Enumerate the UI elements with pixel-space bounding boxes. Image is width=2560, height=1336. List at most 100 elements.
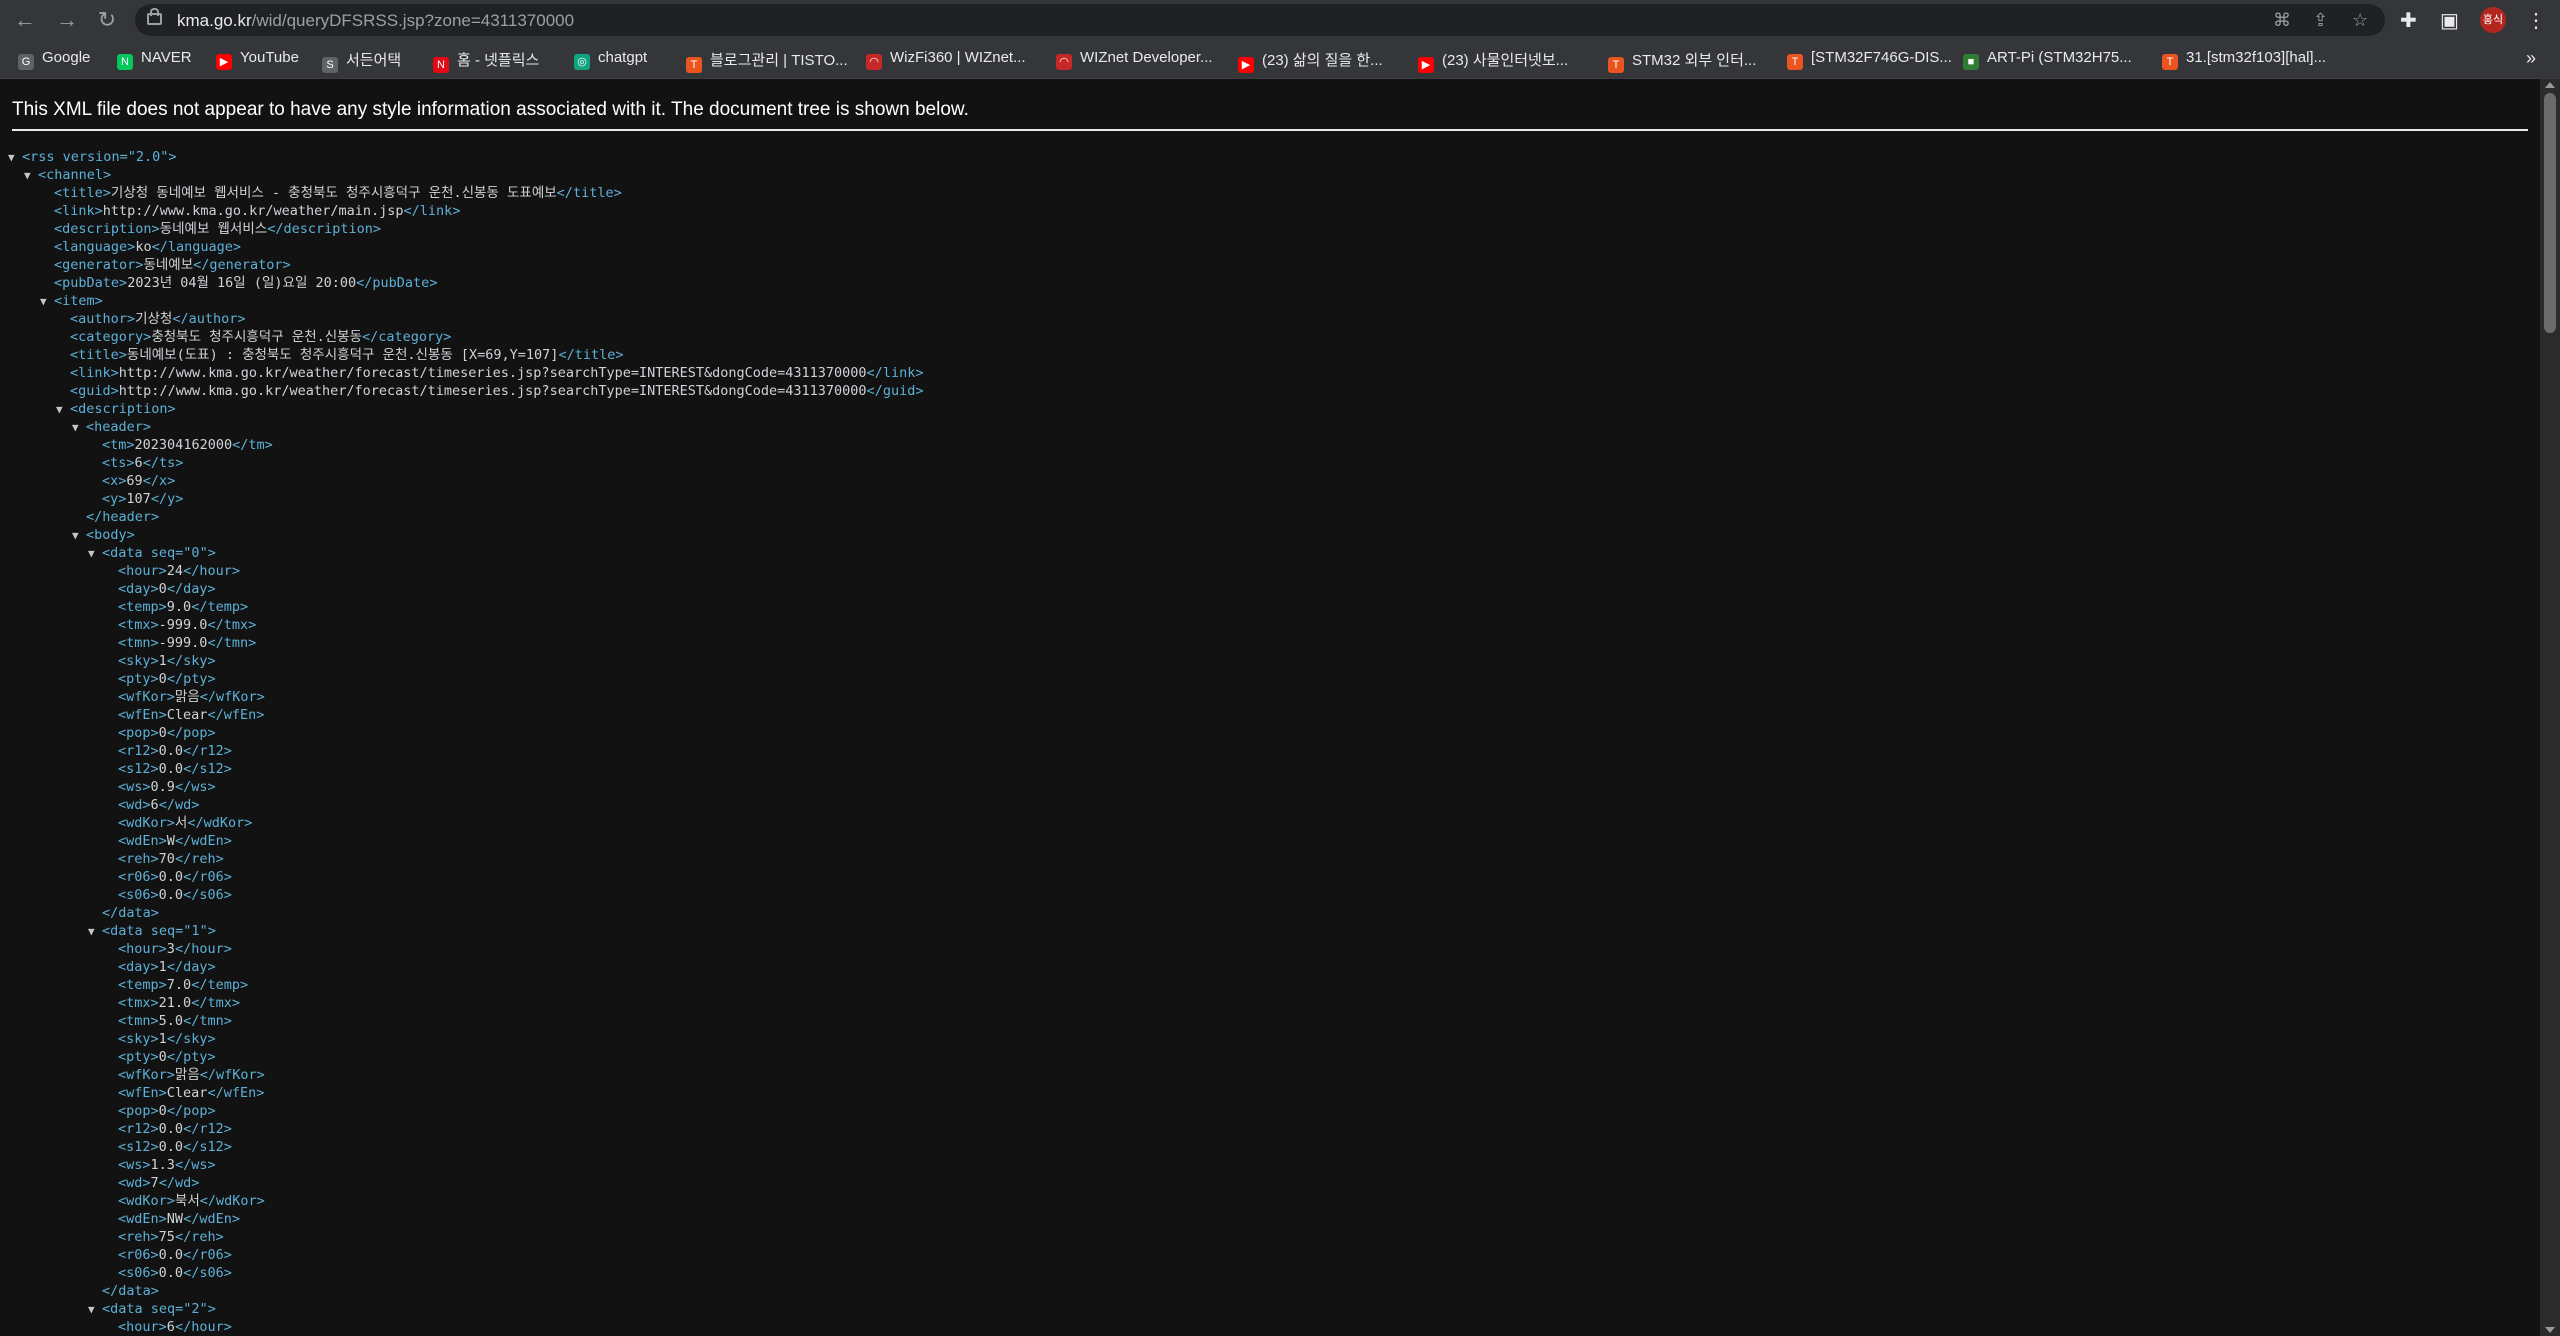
xml-text-value: 기상청 xyxy=(135,311,173,327)
bookmark-item[interactable]: ■ ART-Pi (STM32H75... xyxy=(1963,49,2132,70)
bookmark-item[interactable]: T [STM32F746G-DIS... xyxy=(1787,49,1952,70)
bookmark-item[interactable]: T 블로그관리 | TISTO... xyxy=(686,49,848,73)
bookmark-favicon-icon: S xyxy=(322,57,338,73)
xml-tag-name: category xyxy=(78,329,144,345)
vertical-scrollbar[interactable] xyxy=(2540,79,2560,1336)
bookmark-label: 서든어택 xyxy=(346,52,402,69)
xml-tag-name: s12 xyxy=(126,761,151,777)
bookmark-item[interactable]: S 서든어택 xyxy=(322,49,402,73)
bookmark-item[interactable]: ▶ (23) 사물인터넷보... xyxy=(1418,49,1568,73)
xml-text-value: 5.0 xyxy=(158,1013,184,1029)
xml-closing-tag-name: ws xyxy=(191,779,208,795)
bookmarks-overflow-icon[interactable]: » xyxy=(2526,48,2536,69)
menu-kebab-icon[interactable]: ⋮ xyxy=(2526,8,2546,33)
collapse-triangle-icon[interactable]: ▼ xyxy=(24,167,38,185)
bookmark-label: Google xyxy=(42,49,91,66)
xml-text-value: 맑음 xyxy=(174,1067,200,1083)
xml-line: <ws>0.9</ws> xyxy=(118,779,216,795)
bookmark-star-icon[interactable]: ☆ xyxy=(2352,10,2368,31)
xml-line: <tmn>5.0</tmn> xyxy=(118,1013,232,1029)
xml-line: <y>107</y> xyxy=(102,491,184,507)
url-text[interactable]: kma.go.kr/wid/queryDFSRSS.jsp?zone=43113… xyxy=(177,11,574,31)
xml-tag-name: description xyxy=(78,401,168,417)
xml-tag-name: language xyxy=(62,239,128,255)
bookmark-item[interactable]: T 31.[stm32f103][hal]... xyxy=(2162,49,2327,70)
xml-tag-name: author xyxy=(78,311,127,327)
collapse-triangle-icon[interactable]: ▼ xyxy=(72,527,86,545)
xml-line: <tmx>21.0</tmx> xyxy=(118,995,240,1011)
xml-closing-tag-name: x xyxy=(158,473,168,489)
forward-arrow-icon[interactable]: → xyxy=(52,5,82,35)
bookmark-label: NAVER xyxy=(141,49,192,66)
collapse-triangle-icon[interactable]: ▼ xyxy=(88,545,102,563)
translate-icon[interactable]: ⌘ xyxy=(2273,10,2291,31)
side-panel-icon[interactable]: ▣ xyxy=(2440,8,2459,33)
xml-line: <wfKor>맑음</wfKor> xyxy=(118,1067,265,1083)
bookmark-label: [STM32F746G-DIS... xyxy=(1811,49,1952,66)
collapse-triangle-icon[interactable]: ▼ xyxy=(88,1301,102,1319)
xml-line: <reh>75</reh> xyxy=(118,1229,224,1245)
xml-tag-name: rss xyxy=(30,149,55,165)
xml-line: <s06>0.0</s06> xyxy=(118,1265,232,1281)
xml-closing-tag-name: s12 xyxy=(199,761,224,777)
xml-line: ▼ <data seq="1"> xyxy=(88,923,216,941)
xml-tag-name: sky xyxy=(126,653,151,669)
bookmark-item[interactable]: ▶ (23) 삶의 질을 한... xyxy=(1238,49,1383,73)
xml-tag-name: data xyxy=(110,545,143,561)
xml-line: <wd>6</wd> xyxy=(118,797,200,813)
xml-tag-name: data xyxy=(110,1301,143,1317)
xml-text-value: Clear xyxy=(166,707,208,723)
xml-text-value: -999.0 xyxy=(158,617,208,633)
bookmark-item[interactable]: ◎ chatgpt xyxy=(574,49,647,70)
xml-tag-name: body xyxy=(94,527,127,543)
address-bar[interactable]: kma.go.kr/wid/queryDFSRSS.jsp?zone=43113… xyxy=(135,4,2385,36)
xml-line: <wdEn>W</wdEn> xyxy=(118,833,232,849)
xml-line: ▼ <rss version="2.0"> xyxy=(8,149,177,167)
profile-avatar[interactable]: 홍식 xyxy=(2480,7,2506,33)
xml-tag-name: channel xyxy=(46,167,104,183)
scroll-down-arrow-icon[interactable] xyxy=(2545,1327,2555,1333)
bookmark-favicon-icon: ▶ xyxy=(1418,57,1434,73)
xml-tag-name: data xyxy=(118,905,151,921)
bookmark-item[interactable]: ▶ YouTube xyxy=(216,49,299,70)
bookmark-item[interactable]: T STM32 외부 인터... xyxy=(1608,49,1756,73)
xml-tag-name: pop xyxy=(126,1103,151,1119)
xml-line: <s12>0.0</s12> xyxy=(118,1139,232,1155)
xml-text-value: 0.0 xyxy=(158,869,184,885)
bookmark-favicon-icon: ▶ xyxy=(1238,57,1254,73)
collapse-triangle-icon[interactable]: ▼ xyxy=(8,149,22,167)
xml-closing-tag-name: wd xyxy=(174,1175,192,1191)
xml-tag-name: wfKor xyxy=(126,689,167,705)
collapse-triangle-icon[interactable]: ▼ xyxy=(56,401,70,419)
scrollbar-thumb[interactable] xyxy=(2544,93,2556,333)
extensions-icon[interactable]: ✚ xyxy=(2400,8,2417,33)
back-arrow-icon[interactable]: ← xyxy=(10,5,40,35)
xml-closing-tag-name: pop xyxy=(183,1103,208,1119)
xml-tag-name: guid xyxy=(78,383,111,399)
xml-line: <day>0</day> xyxy=(118,581,216,597)
reload-icon[interactable]: ↻ xyxy=(92,5,122,35)
collapse-triangle-icon[interactable]: ▼ xyxy=(88,923,102,941)
bookmark-item[interactable]: N NAVER xyxy=(117,49,192,70)
scroll-up-arrow-icon[interactable] xyxy=(2545,82,2555,88)
lock-icon[interactable] xyxy=(147,8,162,25)
bookmark-item[interactable]: N 홈 - 넷플릭스 xyxy=(433,49,539,73)
xml-closing-tag-name: description xyxy=(283,221,373,237)
xml-tag-name: r06 xyxy=(126,1247,151,1263)
share-icon[interactable]: ⇪ xyxy=(2313,10,2328,31)
xml-closing-tag-name: ts xyxy=(158,455,176,471)
xml-closing-tag-name: temp xyxy=(207,977,240,993)
xml-line: <hour>24</hour> xyxy=(118,563,240,579)
bookmark-item[interactable]: G Google xyxy=(18,49,91,70)
xml-tag-name: data xyxy=(118,1283,151,1299)
xml-line: <link>http://www.kma.go.kr/weather/main.… xyxy=(54,203,461,219)
xml-text-value: 0 xyxy=(158,581,167,597)
bookmark-label: 31.[stm32f103][hal]... xyxy=(2186,49,2327,66)
bookmark-item[interactable]: ◠ WizFi360 | WIZnet... xyxy=(866,49,1026,70)
bookmark-favicon-icon: T xyxy=(1787,54,1803,70)
bookmark-item[interactable]: ◠ WIZnet Developer... xyxy=(1056,49,1213,70)
collapse-triangle-icon[interactable]: ▼ xyxy=(72,419,86,437)
xml-tag-name: wdKor xyxy=(126,1193,167,1209)
collapse-triangle-icon[interactable]: ▼ xyxy=(40,293,54,311)
xml-tag-name: ws xyxy=(126,1157,143,1173)
